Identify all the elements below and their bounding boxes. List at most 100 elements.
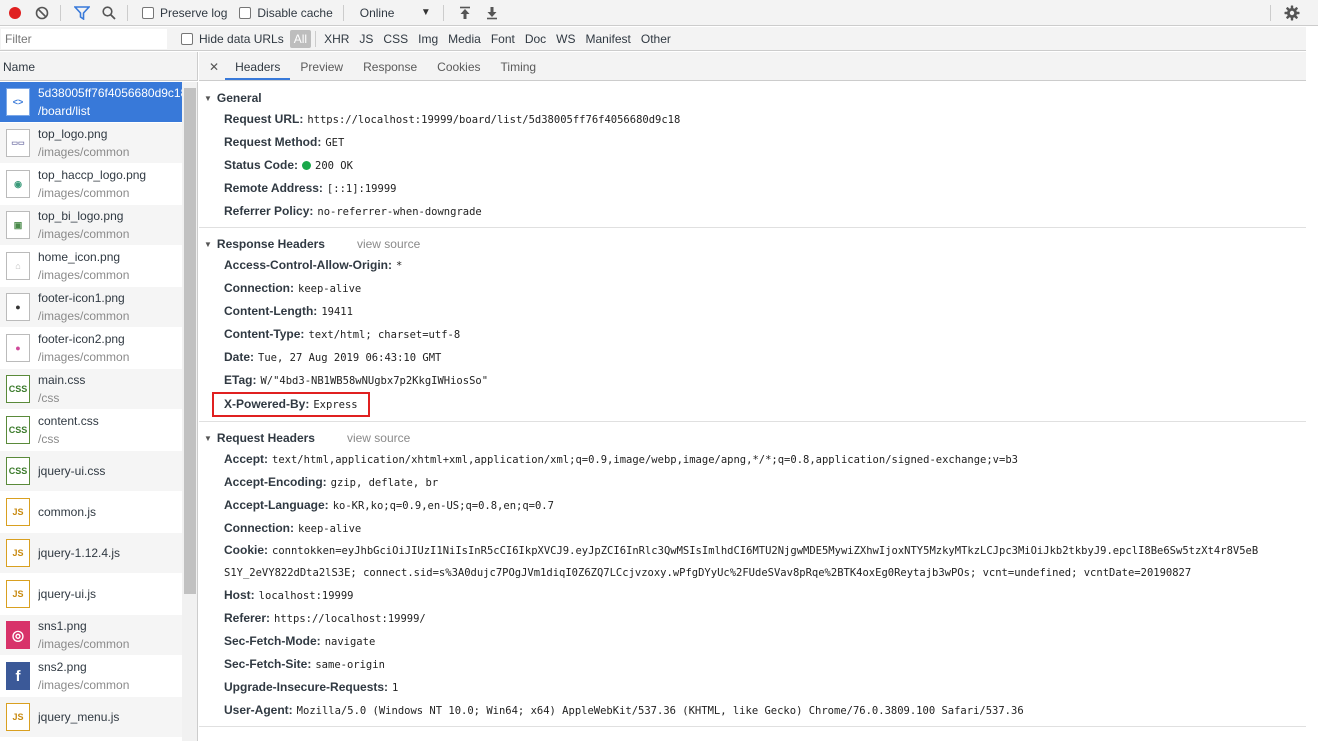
- request-row[interactable]: CSS jquery-ui.css: [0, 451, 182, 492]
- close-icon[interactable]: ✕: [199, 60, 225, 80]
- tab-response[interactable]: Response: [353, 60, 427, 80]
- highlight-box: X-Powered-By: Express: [212, 392, 370, 417]
- type-filter-css[interactable]: CSS: [379, 30, 412, 48]
- request-row[interactable]: ● footer-icon2.png/images/common: [0, 328, 182, 369]
- header-value: Express: [313, 399, 358, 411]
- request-headers-header[interactable]: ▼ Request Headers view source: [199, 428, 1306, 448]
- js-icon: JS: [6, 703, 30, 731]
- header-key: Access-Control-Allow-Origin:: [224, 258, 393, 272]
- scrollbar-thumb[interactable]: [184, 88, 196, 594]
- general-section-header[interactable]: ▼ General: [199, 88, 1306, 108]
- type-filter-all[interactable]: All: [289, 29, 312, 48]
- header-row: Accept-Encoding: gzip, deflate, br: [199, 471, 1306, 494]
- section-title: Request Headers: [216, 431, 315, 445]
- type-filter-img[interactable]: Img: [414, 30, 442, 48]
- request-name: top_logo.png: [38, 127, 108, 141]
- header-row: Status Code: 200 OK: [199, 154, 1306, 177]
- filter-input[interactable]: [1, 28, 167, 49]
- export-har-button[interactable]: [480, 1, 504, 25]
- request-row[interactable]: JS common.js: [0, 492, 182, 533]
- image-icon: ◉: [6, 170, 30, 198]
- hide-data-urls-checkbox[interactable]: Hide data URLs: [181, 32, 284, 46]
- header-row: Sec-Fetch-Site: same-origin: [199, 653, 1306, 676]
- import-har-button[interactable]: [453, 1, 477, 25]
- tab-timing[interactable]: Timing: [491, 60, 547, 80]
- request-list-scrollbar[interactable]: [182, 82, 198, 741]
- gear-icon: [1284, 5, 1300, 20]
- css-icon: CSS: [6, 416, 30, 444]
- throttling-value: Online: [359, 5, 395, 20]
- facebook-icon: f: [6, 662, 30, 690]
- name-column-header[interactable]: Name: [0, 52, 198, 81]
- type-filter-font[interactable]: Font: [487, 30, 519, 48]
- request-row[interactable]: JS jquery_menu.js: [0, 697, 182, 738]
- checkbox-box[interactable]: [181, 32, 193, 45]
- preserve-log-checkbox[interactable]: Preserve log: [142, 6, 227, 20]
- type-filter-doc[interactable]: Doc: [521, 30, 550, 48]
- tab-cookies[interactable]: Cookies: [427, 60, 490, 80]
- request-row[interactable]: JS jquery-1.12.4.js: [0, 533, 182, 574]
- type-filter-ws[interactable]: WS: [552, 30, 579, 48]
- view-source-link[interactable]: view source: [357, 237, 420, 251]
- header-key: Request URL:: [224, 112, 304, 126]
- view-source-link[interactable]: view source: [347, 431, 410, 445]
- tab-preview[interactable]: Preview: [290, 60, 353, 80]
- request-row[interactable]: ● footer-icon1.png/images/common: [0, 287, 182, 328]
- header-key: Connection:: [224, 521, 294, 535]
- disable-cache-label: Disable cache: [257, 5, 333, 20]
- request-row[interactable]: ▭▭ top_logo.png/images/common: [0, 123, 182, 164]
- request-row[interactable]: ◎ sns1.png/images/common: [0, 615, 182, 656]
- search-button[interactable]: [97, 1, 121, 25]
- image-icon: ●: [6, 334, 30, 362]
- request-path: /images/common: [38, 637, 130, 651]
- image-icon: ▣: [6, 211, 30, 239]
- checkbox-box[interactable]: [239, 6, 252, 19]
- request-row[interactable]: ◉ top_haccp_logo.png/images/common: [0, 164, 182, 205]
- disable-cache-checkbox[interactable]: Disable cache: [239, 5, 333, 20]
- record-icon: [9, 6, 21, 19]
- request-path: /images/common: [38, 186, 130, 200]
- filter-icon: [74, 5, 90, 20]
- response-headers-section: ▼ Response Headers view source Access-Co…: [199, 228, 1306, 422]
- expand-triangle-icon: ▼: [204, 433, 212, 443]
- css-icon: CSS: [6, 375, 30, 403]
- type-filter-other[interactable]: Other: [637, 30, 675, 48]
- throttling-select[interactable]: Online ▼: [360, 6, 435, 20]
- type-filter-manifest[interactable]: Manifest: [582, 30, 635, 48]
- request-name: sns1.png: [38, 619, 87, 633]
- request-row[interactable]: ⌂ home_icon.png/images/common: [0, 246, 182, 287]
- request-row[interactable]: CSS content.css/css: [0, 410, 182, 451]
- request-path: /images/common: [38, 678, 130, 692]
- preserve-log-label: Preserve log: [160, 5, 228, 20]
- tab-headers[interactable]: Headers: [225, 60, 291, 80]
- response-headers-header[interactable]: ▼ Response Headers view source: [199, 234, 1306, 254]
- type-filter-xhr[interactable]: XHR: [320, 30, 353, 48]
- header-key: User-Agent:: [224, 703, 293, 717]
- header-value: navigate: [324, 636, 376, 648]
- dropdown-arrow-icon: ▼: [420, 7, 431, 18]
- request-row[interactable]: JS jquery-ui.js: [0, 574, 182, 615]
- request-row[interactable]: <> 5d38005ff76f4056680d9c18/board/list: [0, 82, 182, 123]
- header-row: Sec-Fetch-Mode: navigate: [199, 630, 1306, 653]
- clear-button[interactable]: [30, 1, 54, 25]
- request-row[interactable]: f sns2.png/images/common: [0, 656, 182, 697]
- js-icon: JS: [6, 498, 30, 526]
- settings-button[interactable]: [1280, 1, 1304, 25]
- request-name: home_icon.png: [38, 250, 121, 264]
- request-row[interactable]: CSS main.css/css: [0, 369, 182, 410]
- filter-bar: Hide data URLs All XHR JS CSS Img Media …: [0, 27, 1306, 51]
- filter-toggle-button[interactable]: [70, 1, 94, 25]
- request-name: main.css: [38, 373, 86, 387]
- header-key: Sec-Fetch-Mode:: [224, 634, 321, 648]
- header-row: Connection: keep-alive: [199, 277, 1306, 300]
- type-filter-media[interactable]: Media: [444, 30, 485, 48]
- section-title: Response Headers: [216, 237, 325, 251]
- header-key: ETag:: [224, 373, 257, 387]
- header-value: keep-alive: [298, 523, 362, 535]
- request-row[interactable]: ▣ top_bi_logo.png/images/common: [0, 205, 182, 246]
- header-key: Date:: [224, 350, 255, 364]
- record-button[interactable]: [3, 1, 27, 25]
- request-name: top_haccp_logo.png: [38, 168, 147, 182]
- type-filter-js[interactable]: JS: [355, 30, 377, 48]
- checkbox-box[interactable]: [142, 6, 154, 19]
